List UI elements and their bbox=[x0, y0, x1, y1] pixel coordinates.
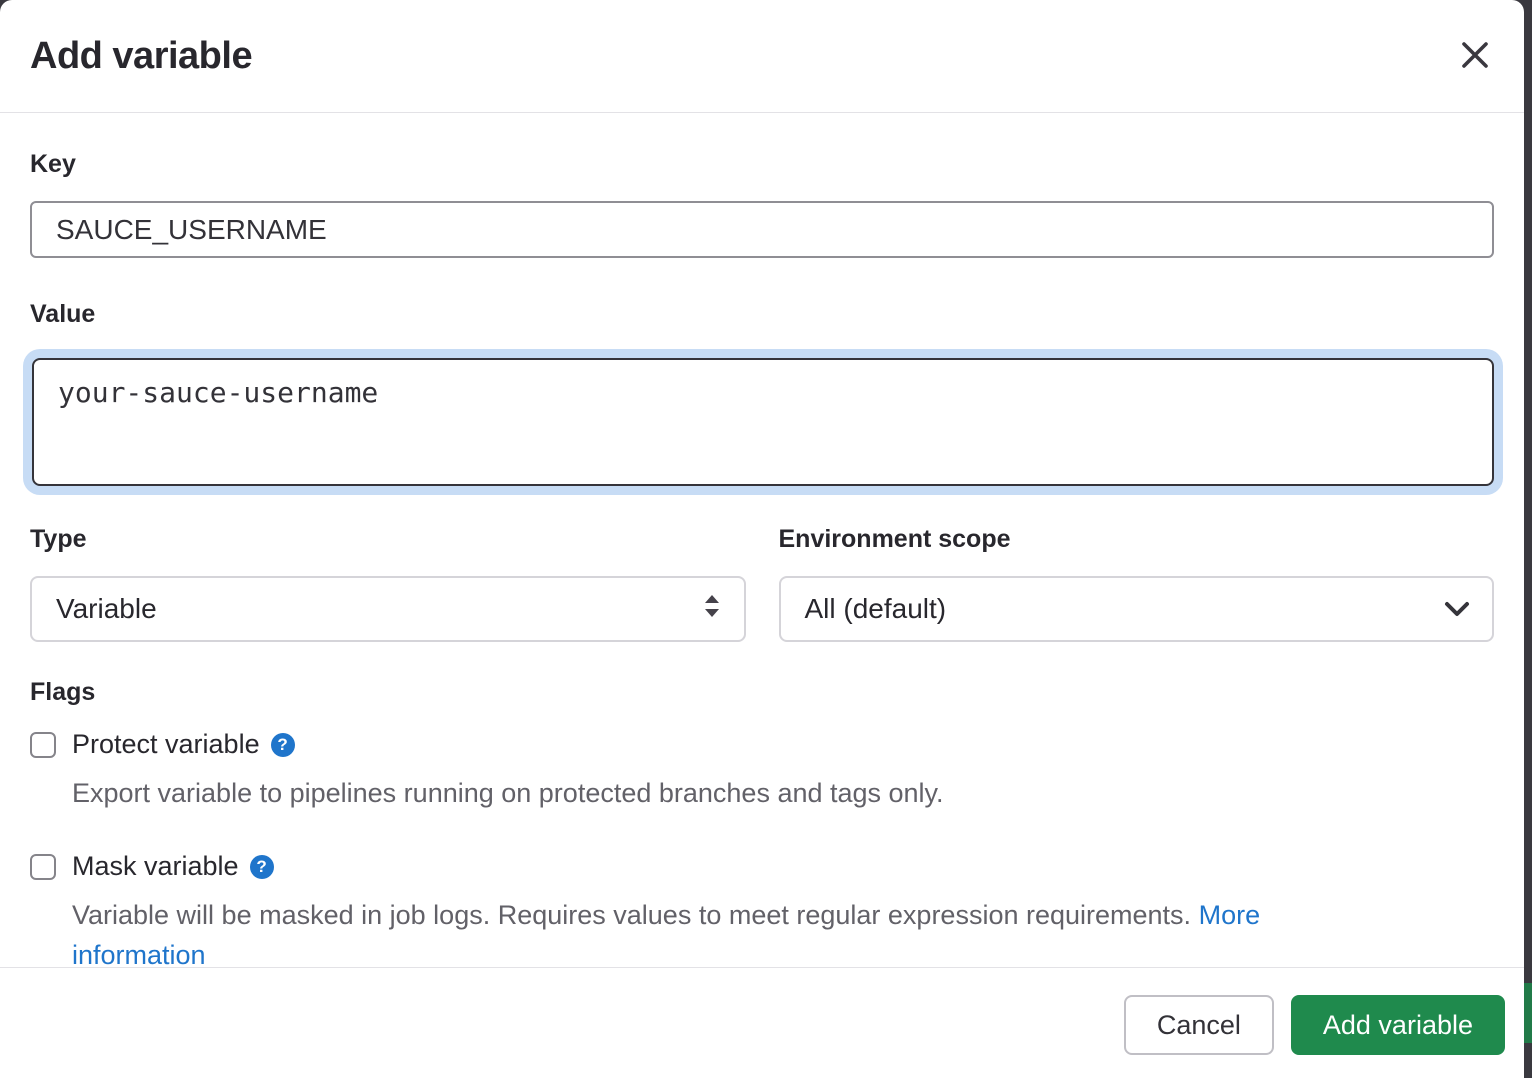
question-mark-circle-icon[interactable]: ? bbox=[271, 733, 295, 757]
value-textarea[interactable]: your-sauce-username bbox=[32, 358, 1494, 486]
chevron-down-icon bbox=[1444, 593, 1470, 625]
add-variable-button[interactable]: Add variable bbox=[1291, 995, 1505, 1055]
mask-variable-description-text: Variable will be masked in job logs. Req… bbox=[72, 900, 1191, 930]
protect-variable-label[interactable]: Protect variable bbox=[72, 729, 260, 760]
flags-heading: Flags bbox=[30, 678, 1494, 707]
type-select[interactable]: Variable bbox=[30, 576, 746, 642]
chevron-up-down-icon bbox=[702, 592, 722, 627]
modal-body: Key Value your-sauce-username Type Varia… bbox=[0, 150, 1524, 975]
modal-title: Add variable bbox=[30, 35, 252, 78]
close-button[interactable] bbox=[1453, 34, 1497, 78]
protect-variable-row: Protect variable ? bbox=[30, 729, 1494, 760]
type-selected-value: Variable bbox=[56, 593, 157, 625]
page-backdrop-strip bbox=[1523, 0, 1532, 1078]
type-and-scope-row: Type Variable Environment scope All (def… bbox=[30, 525, 1494, 642]
close-icon bbox=[1460, 40, 1490, 73]
mask-variable-flag: Mask variable ? Variable will be masked … bbox=[30, 851, 1494, 975]
mask-variable-label[interactable]: Mask variable bbox=[72, 851, 239, 882]
mask-variable-description: Variable will be masked in job logs. Req… bbox=[72, 895, 1372, 975]
add-variable-modal: Add variable Key Value your-sauce-userna… bbox=[0, 0, 1524, 1078]
value-label: Value bbox=[30, 300, 1494, 329]
page-backdrop-button-sliver bbox=[1523, 983, 1532, 1043]
cancel-button[interactable]: Cancel bbox=[1124, 995, 1274, 1055]
modal-footer: Cancel Add variable bbox=[0, 967, 1524, 1078]
protect-variable-checkbox[interactable] bbox=[30, 732, 56, 758]
environment-scope-column: Environment scope All (default) bbox=[779, 525, 1495, 642]
environment-scope-select[interactable]: All (default) bbox=[779, 576, 1495, 642]
environment-scope-selected-value: All (default) bbox=[805, 593, 947, 625]
environment-scope-label: Environment scope bbox=[779, 525, 1495, 554]
value-field-focus-ring: your-sauce-username bbox=[30, 349, 1494, 497]
protect-variable-description: Export variable to pipelines running on … bbox=[72, 773, 1494, 813]
type-label: Type bbox=[30, 525, 746, 554]
mask-variable-row: Mask variable ? bbox=[30, 851, 1494, 882]
key-input[interactable] bbox=[30, 201, 1494, 258]
key-label: Key bbox=[30, 150, 1494, 179]
type-column: Type Variable bbox=[30, 525, 746, 642]
modal-header: Add variable bbox=[0, 0, 1524, 113]
question-mark-circle-icon[interactable]: ? bbox=[250, 855, 274, 879]
mask-variable-checkbox[interactable] bbox=[30, 854, 56, 880]
protect-variable-flag: Protect variable ? Export variable to pi… bbox=[30, 729, 1494, 813]
